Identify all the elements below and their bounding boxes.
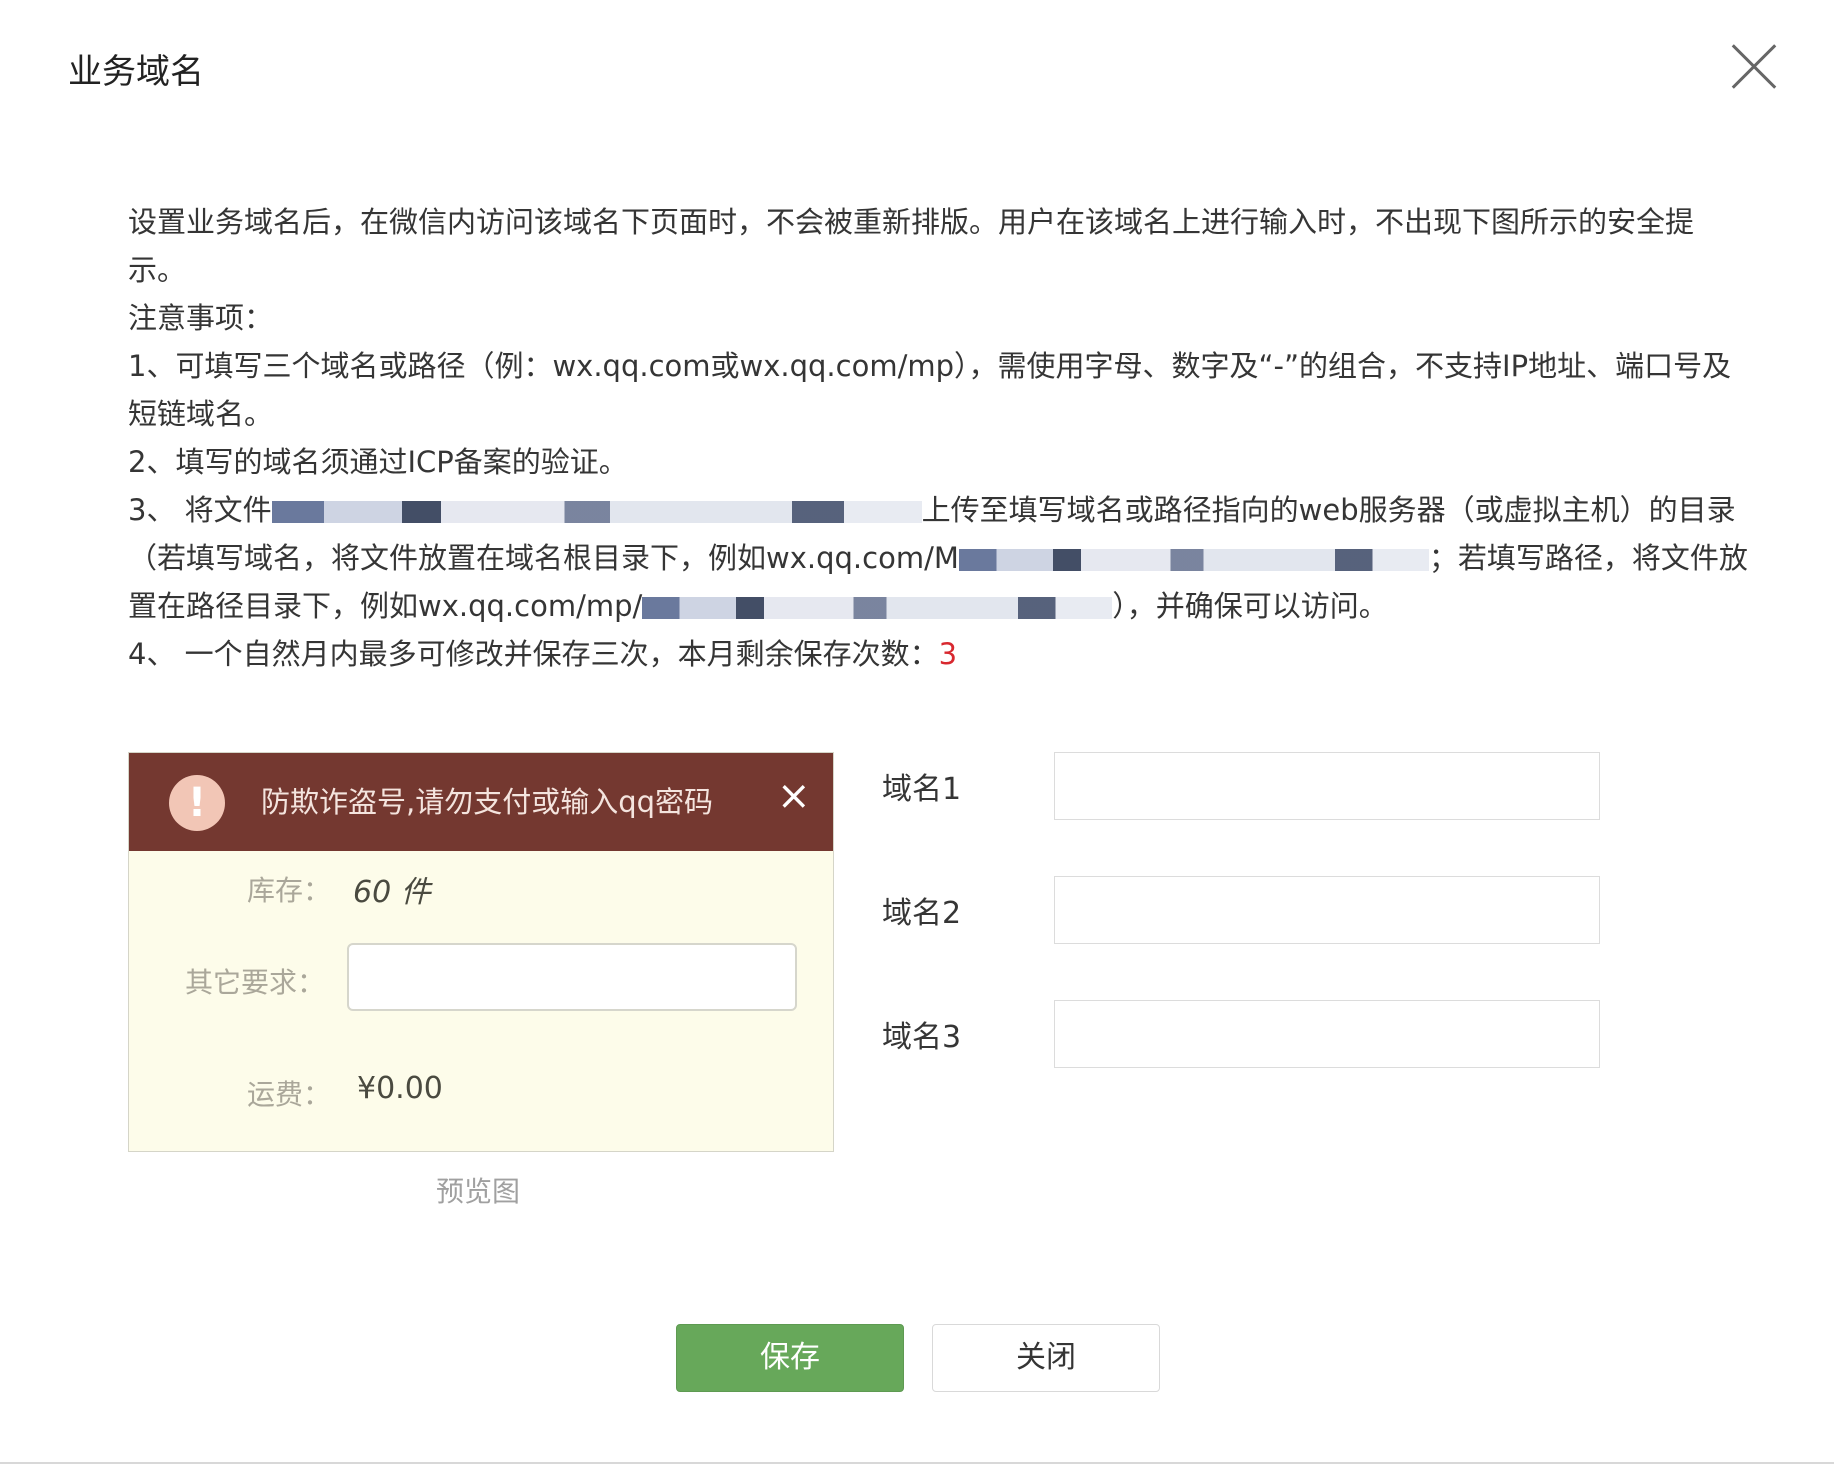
- warning-bar: ! 防欺诈盗号,请勿支付或输入qq密码 ×: [129, 753, 833, 851]
- note-item-2: 2、填写的域名须通过ICP备案的验证。: [128, 445, 628, 479]
- other-requirements-field: [347, 943, 797, 1011]
- save-button[interactable]: 保存: [676, 1324, 904, 1392]
- note-item-3-part-d: ），并确保可以访问。: [1112, 589, 1388, 623]
- note-item-1: 1、可填写三个域名或路径（例：wx.qq.com或wx.qq.com/mp），需…: [128, 349, 1732, 431]
- warning-text: 防欺诈盗号,请勿支付或输入qq密码: [261, 785, 714, 819]
- intro-text: 设置业务域名后，在微信内访问该域名下页面时，不会被重新排版。用户在该域名上进行输…: [128, 205, 1695, 287]
- preview-image: ! 防欺诈盗号,请勿支付或输入qq密码 × 库存： 60 件 其它要求： 运费：…: [128, 752, 834, 1152]
- redacted-filename: [271, 501, 922, 523]
- domain-2-input[interactable]: [1054, 876, 1600, 944]
- divider: [0, 1462, 1834, 1464]
- instructions: 设置业务域名后，在微信内访问该域名下页面时，不会被重新排版。用户在该域名上进行输…: [128, 198, 1748, 678]
- warning-close-icon: ×: [777, 773, 811, 819]
- dialog-title: 业务域名: [68, 52, 204, 92]
- alert-icon: !: [169, 775, 225, 831]
- domain-1-label: 域名1: [882, 772, 962, 807]
- close-icon[interactable]: [1730, 42, 1778, 90]
- redacted-path: [642, 597, 1113, 619]
- preview-caption: 预览图: [436, 1175, 521, 1208]
- note-item-3-part-a: 3、 将文件: [128, 493, 272, 527]
- domain-2-label: 域名2: [882, 896, 962, 931]
- notes-heading: 注意事项：: [128, 301, 274, 335]
- domain-3-input[interactable]: [1054, 1000, 1600, 1068]
- remaining-count: 3: [938, 637, 958, 671]
- other-requirements-label: 其它要求：: [185, 966, 326, 999]
- stock-label: 库存：: [247, 874, 332, 907]
- stock-value: 60 件: [353, 875, 431, 910]
- redacted-path: [958, 549, 1429, 571]
- note-item-4: 4、 一个自然月内最多可修改并保存三次，本月剩余保存次数：3: [128, 630, 1748, 678]
- shipping-label: 运费：: [247, 1078, 332, 1111]
- domain-3-label: 域名3: [882, 1020, 962, 1055]
- note-item-4-text: 4、 一个自然月内最多可修改并保存三次，本月剩余保存次数：: [128, 637, 939, 671]
- shipping-value: ¥0.00: [357, 1071, 443, 1106]
- note-item-3: 3、 将文件 上传至填写域名或路径指向的web服务器（或虚拟主机）的目录（若填写域…: [128, 486, 1748, 630]
- close-button[interactable]: 关闭: [932, 1324, 1160, 1392]
- domain-1-input[interactable]: [1054, 752, 1600, 820]
